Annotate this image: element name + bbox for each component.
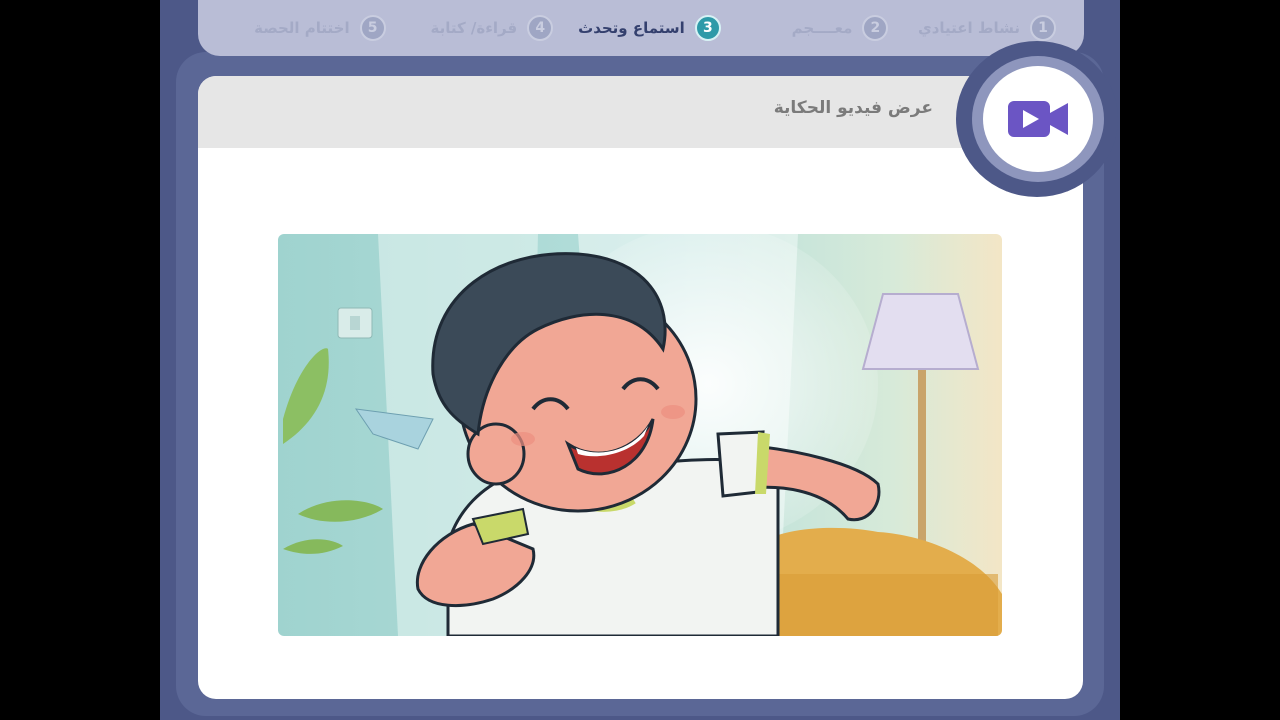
step-number: 3 [694, 15, 721, 41]
step-label: قراءة/ كتابة [430, 19, 518, 37]
step-1[interactable]: 1 نشاط اعتيادي [888, 15, 1056, 41]
step-label: اختتام الحصة [254, 19, 350, 37]
step-number: 2 [862, 15, 889, 41]
step-number: 4 [527, 15, 554, 41]
step-number: 1 [1030, 15, 1056, 41]
card-title: عرض فيديو الحكاية [773, 98, 933, 118]
step-5[interactable]: 5 اختتام الحصة [218, 15, 386, 41]
story-illustration [278, 234, 1002, 636]
step-2[interactable]: 2 معــــجم [721, 15, 889, 41]
boy-laughing-illustration [278, 234, 1002, 636]
video-badge[interactable] [972, 56, 1104, 182]
step-4[interactable]: 4 قراءة/ كتابة [386, 15, 554, 41]
step-3[interactable]: 3 استماع وتحدث [553, 15, 721, 41]
step-number: 5 [359, 15, 386, 41]
card-header: عرض فيديو الحكاية [198, 76, 1083, 148]
video-camera-icon [1008, 101, 1068, 137]
video-badge-inner [983, 66, 1093, 172]
step-label: استماع وتحدث [578, 19, 685, 37]
lesson-steps-bar: 1 نشاط اعتيادي 2 معــــجم 3 استماع وتحدث… [198, 0, 1084, 56]
step-label: نشاط اعتيادي [917, 19, 1020, 37]
step-label: معــــجم [791, 19, 853, 37]
